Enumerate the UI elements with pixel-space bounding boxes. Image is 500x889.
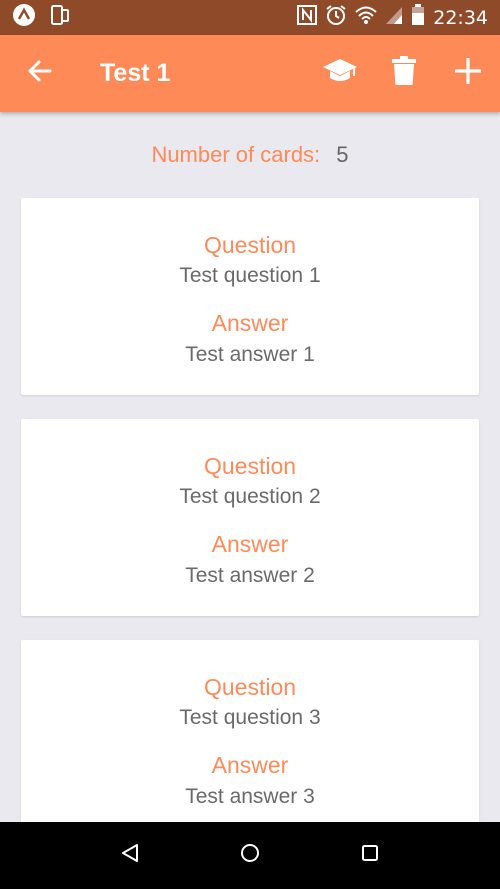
card-list[interactable]: Number of cards: 5 Question Test questio… [0,112,500,822]
plus-icon [454,57,482,89]
question-text: Test question 2 [179,485,321,508]
circle-home-icon [240,843,260,868]
question-label: Question [203,674,297,700]
question-text: Test question 3 [179,706,321,729]
nav-recents-button[interactable] [340,826,400,886]
question-label: Question [203,453,297,479]
page-title: Test 1 [100,59,171,87]
answer-label: Answer [211,310,289,336]
flashcard[interactable]: Question Test question 3 Answer Test ans… [21,640,479,822]
status-bar: 22:34 [0,0,500,35]
app-bar: Test 1 [0,35,500,112]
flashcard[interactable]: Question Test question 1 Answer Test ans… [21,198,479,395]
trash-icon [392,56,416,91]
square-recents-icon [361,844,379,867]
app-a-icon [12,3,36,32]
card-count-label: Number of cards: [151,142,321,167]
flashcard[interactable]: Question Test question 2 Answer Test ans… [21,419,479,616]
signal-icon [385,5,403,30]
answer-text: Test answer 2 [185,564,315,587]
nfc-icon [297,5,318,30]
graduation-cap-icon [322,57,358,90]
card-count-value: 5 [336,142,349,167]
delete-button[interactable] [372,42,436,106]
question-label: Question [203,232,297,258]
wifi-icon [355,5,377,30]
battery-icon [411,4,425,31]
status-time: 22:34 [433,6,488,29]
answer-label: Answer [211,531,289,557]
answer-text: Test answer 3 [185,785,315,808]
nav-back-button[interactable] [100,826,160,886]
phone-icon [50,4,70,31]
study-button[interactable] [308,42,372,106]
answer-label: Answer [211,752,289,778]
add-card-button[interactable] [436,42,500,106]
card-count: Number of cards: 5 [0,142,500,168]
nav-home-button[interactable] [220,826,280,886]
alarm-icon [325,4,347,31]
triangle-back-icon [121,843,139,868]
question-text: Test question 1 [179,264,321,287]
system-nav-bar [0,822,500,889]
answer-text: Test answer 1 [185,343,315,366]
back-button[interactable] [10,44,70,104]
arrow-left-icon [27,58,53,89]
